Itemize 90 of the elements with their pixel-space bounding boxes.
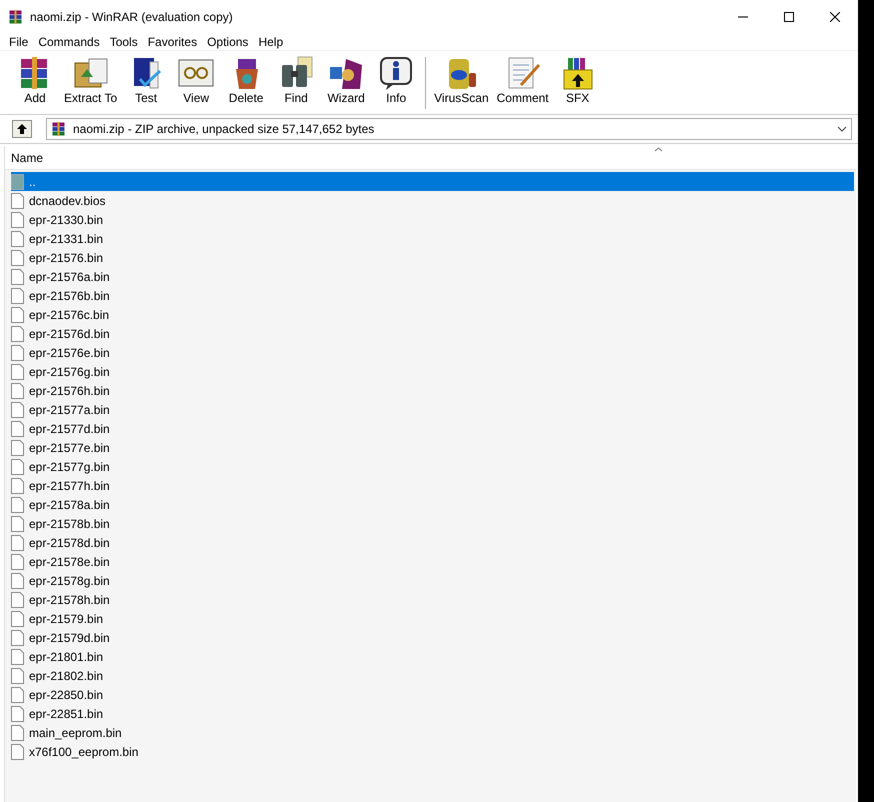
close-icon (830, 12, 840, 22)
file-row[interactable]: epr-21576c.bin (11, 305, 854, 324)
sort-caret-icon (654, 147, 663, 152)
file-icon (11, 326, 24, 342)
file-icon (11, 516, 24, 532)
file-icon (11, 420, 24, 436)
file-row[interactable]: epr-21579d.bin (11, 628, 854, 647)
file-row[interactable]: epr-21578d.bin (11, 533, 854, 552)
file-row[interactable]: epr-21801.bin (11, 647, 854, 666)
toolbar-button[interactable]: VirusScan (430, 55, 493, 109)
file-icon (11, 458, 24, 474)
file-row[interactable]: epr-21576g.bin (11, 362, 854, 381)
file-icon (11, 344, 24, 360)
file-icon (11, 572, 24, 588)
file-icon (11, 724, 24, 740)
toolbar-button[interactable]: Find (271, 55, 322, 105)
up-folder-button[interactable] (12, 120, 32, 138)
file-row[interactable]: epr-21577e.bin (11, 438, 854, 457)
file-icon (11, 478, 24, 494)
window-title: naomi.zip - WinRAR (evaluation copy) (30, 8, 233, 26)
file-row[interactable]: epr-21576e.bin (11, 343, 854, 362)
file-row[interactable]: epr-21578b.bin (11, 514, 854, 533)
toolbar-button[interactable]: View (171, 55, 222, 105)
file-row[interactable]: x76f100_eeprom.bin (11, 742, 854, 761)
file-row[interactable]: epr-21576.bin (11, 248, 854, 267)
toolbar-button[interactable]: Wizard (321, 55, 372, 105)
file-row[interactable]: epr-21578g.bin (11, 571, 854, 590)
file-row[interactable]: dcnaodev.bios (11, 191, 854, 210)
file-row[interactable]: epr-21576h.bin (11, 381, 854, 400)
file-icon (11, 496, 24, 512)
file-row[interactable]: epr-21578a.bin (11, 495, 854, 514)
menu-item[interactable]: Options (202, 32, 254, 50)
file-icon (11, 402, 24, 418)
file-icon (11, 668, 24, 684)
file-icon (11, 554, 24, 570)
toolbar-button[interactable]: Comment (492, 55, 553, 105)
toolbar-button[interactable]: Info (371, 55, 422, 105)
file-icon (11, 744, 24, 760)
up-arrow-icon (16, 123, 28, 135)
file-row[interactable]: epr-21577h.bin (11, 476, 854, 495)
file-row[interactable]: epr-21330.bin (11, 210, 854, 229)
file-icon (11, 648, 24, 664)
file-icon (11, 268, 24, 284)
menu-item[interactable]: Favorites (142, 32, 202, 50)
menu-item[interactable]: Tools (104, 32, 143, 50)
file-icon (11, 534, 24, 550)
app-icon (8, 8, 24, 24)
menu-item[interactable]: File (4, 32, 34, 50)
file-icon (11, 382, 24, 398)
file-icon (11, 630, 24, 646)
file-row[interactable]: epr-22850.bin (11, 685, 854, 704)
file-row[interactable]: epr-21578h.bin (11, 590, 854, 609)
file-icon (11, 706, 24, 722)
file-icon (11, 212, 24, 228)
file-row[interactable]: epr-21579.bin (11, 609, 854, 628)
file-row[interactable]: epr-21576a.bin (11, 267, 854, 286)
maximize-icon (784, 12, 794, 22)
file-row[interactable]: main_eeprom.bin (11, 723, 854, 742)
file-row[interactable]: epr-21577d.bin (11, 419, 854, 438)
file-row[interactable]: epr-21576b.bin (11, 286, 854, 305)
file-row[interactable]: epr-22851.bin (11, 704, 854, 723)
file-icon (11, 192, 24, 208)
file-row[interactable]: epr-21577g.bin (11, 457, 854, 476)
address-field[interactable]: naomi.zip - ZIP archive, unpacked size 57,147,652 bytes (46, 118, 852, 140)
file-row[interactable]: epr-21578e.bin (11, 552, 854, 571)
toolbar-button[interactable]: Extract To (60, 55, 122, 105)
toolbar-button[interactable]: Delete (221, 55, 272, 105)
toolbar-button[interactable]: SFX (552, 55, 603, 105)
folder-up-icon (11, 174, 24, 190)
file-icon (11, 250, 24, 266)
file-icon (11, 288, 24, 304)
toolbar-button[interactable]: Add (10, 55, 60, 105)
file-icon (11, 230, 24, 246)
file-icon (11, 610, 24, 626)
column-header[interactable]: Name (11, 148, 44, 166)
menu-item[interactable]: Commands (33, 32, 105, 50)
menu-item[interactable]: Help (253, 32, 288, 50)
file-row[interactable]: epr-21577a.bin (11, 400, 854, 419)
file-row[interactable]: epr-21576d.bin (11, 324, 854, 343)
file-row[interactable]: .. (11, 172, 854, 191)
file-icon (11, 364, 24, 380)
file-icon (11, 306, 24, 322)
file-icon (11, 592, 24, 608)
file-icon (11, 440, 24, 456)
dropdown-icon (837, 126, 847, 132)
file-row[interactable]: epr-21331.bin (11, 229, 854, 248)
file-row[interactable]: epr-21802.bin (11, 666, 854, 685)
file-icon (11, 686, 24, 702)
toolbar-button[interactable]: Test (121, 55, 172, 105)
archive-icon (51, 121, 67, 137)
